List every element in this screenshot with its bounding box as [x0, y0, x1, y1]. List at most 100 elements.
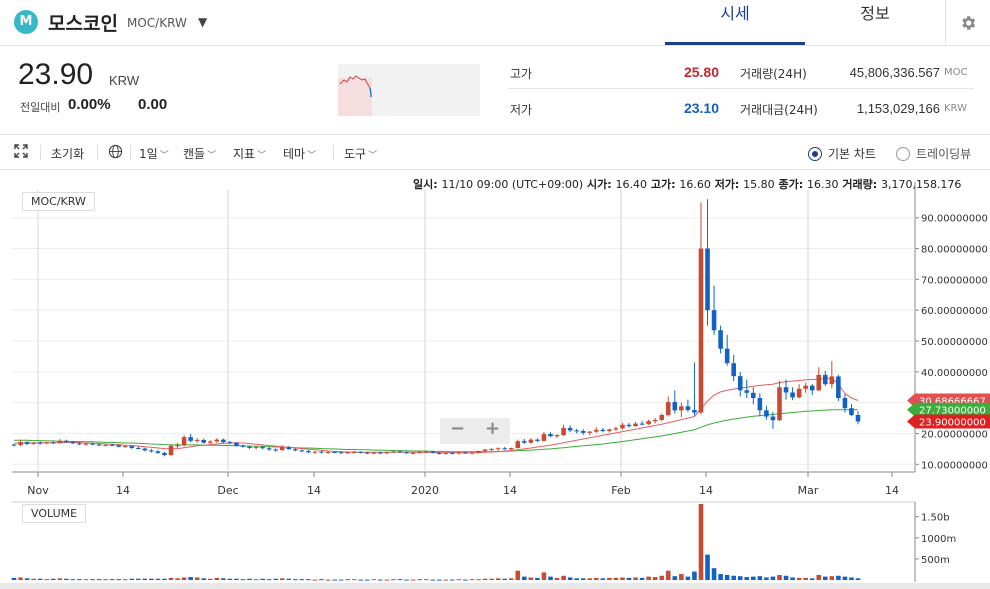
volume-bar — [816, 574, 822, 580]
volume-bar — [44, 579, 50, 581]
chevron-down-icon: ﹀ — [257, 151, 267, 161]
volume-bar — [535, 577, 540, 580]
candle-body — [404, 452, 409, 454]
interval-dropdown[interactable]: 1일 ﹀ — [139, 145, 169, 162]
tab-info[interactable]: 정보 — [805, 0, 945, 45]
volume-bar — [803, 577, 808, 580]
candle-body — [201, 439, 207, 443]
trading-view-label: 트레이딩뷰 — [916, 147, 972, 161]
candle-body — [803, 385, 808, 389]
volume-bar — [430, 579, 436, 581]
candle-body — [109, 444, 115, 446]
zoom-in-button[interactable]: + — [475, 418, 510, 444]
theme-label: 테마 — [283, 147, 306, 161]
volume-bar — [594, 577, 599, 580]
volume-bar — [724, 574, 730, 580]
candle-body — [665, 402, 671, 415]
candle-body — [692, 410, 697, 413]
volume-bar — [751, 576, 756, 580]
volume-bar — [796, 577, 802, 580]
candle-body — [652, 419, 658, 422]
candle-body — [77, 443, 82, 445]
volume-bar — [561, 575, 566, 580]
candle-body — [410, 452, 416, 454]
gear-icon[interactable] — [945, 0, 990, 45]
volume-bar — [770, 576, 776, 580]
chevron-down-icon: ﹀ — [368, 151, 378, 161]
candle-body — [764, 410, 769, 417]
trading-view-radio[interactable]: 트레이딩뷰 — [896, 145, 971, 162]
volume-bar — [659, 575, 665, 580]
candle-body — [515, 441, 521, 448]
candle-body — [129, 446, 135, 448]
candle-body — [770, 416, 776, 421]
volume-bar — [266, 579, 272, 581]
x-tick-label: 14 — [503, 484, 517, 497]
candle-body — [279, 447, 285, 451]
fullscreen-icon[interactable] — [14, 144, 28, 161]
volume-bar — [790, 577, 795, 580]
candle-body — [672, 402, 678, 411]
candle-label: 캔들 — [183, 147, 206, 161]
caret-down-icon[interactable]: ▼ — [198, 15, 207, 29]
volume-bar — [764, 577, 769, 580]
indicator-dropdown[interactable]: 지표 ﹀ — [233, 145, 266, 162]
volume-bar — [378, 579, 383, 581]
volume-bar — [567, 577, 573, 580]
candle-body — [351, 451, 357, 453]
basic-chart-radio[interactable]: 기본 차트 — [808, 145, 876, 162]
horizontal-scrollbar[interactable] — [0, 583, 990, 589]
candle-body — [554, 435, 560, 437]
candle-body — [142, 448, 148, 451]
volume-bar — [83, 579, 89, 581]
candle-body — [64, 440, 69, 443]
volume-bar — [162, 578, 167, 580]
volume-bar — [142, 578, 148, 580]
candle-body — [633, 423, 638, 427]
coin-logo: M — [14, 10, 38, 34]
candle-body — [456, 452, 462, 454]
volume-bar — [541, 572, 547, 580]
volume-bar — [299, 579, 305, 581]
volume-bar — [253, 579, 259, 581]
volume-bar — [57, 578, 63, 580]
reset-button[interactable]: 초기화 — [51, 145, 84, 162]
candle-body — [312, 451, 318, 453]
candle-body — [718, 330, 723, 349]
volume-bar — [829, 576, 835, 580]
candle-body — [476, 451, 481, 453]
volume-bar — [463, 579, 468, 581]
candle-body — [155, 451, 161, 453]
candle-body — [849, 408, 854, 415]
theme-dropdown[interactable]: 테마 ﹀ — [283, 145, 316, 162]
price-chart[interactable]: 10.0000000020.0000000030.0000000040.0000… — [0, 172, 990, 583]
volume-bar — [227, 578, 233, 580]
volume-bar — [574, 578, 579, 580]
candle-body — [594, 429, 599, 432]
volume-bar — [737, 576, 743, 580]
tools-dropdown[interactable]: 도구 ﹀ — [344, 145, 377, 162]
volume-chart-label: VOLUME — [22, 504, 87, 523]
volume-bar — [129, 578, 135, 580]
candle-body — [639, 423, 645, 425]
candle-body — [842, 398, 848, 409]
candle-body — [777, 387, 782, 421]
candle-body — [522, 441, 527, 443]
current-price: 23.90 — [18, 58, 94, 91]
candle-body — [855, 414, 861, 422]
candle-body — [580, 431, 586, 433]
candle-dropdown[interactable]: 캔들 ﹀ — [183, 145, 216, 162]
candle-body — [436, 452, 442, 454]
x-tick-label: Nov — [27, 484, 49, 497]
volume-bar — [404, 579, 409, 581]
x-tick-label: 2020 — [411, 484, 439, 497]
volume-bar — [417, 579, 422, 581]
zoom-out-button[interactable]: − — [440, 418, 475, 444]
globe-icon[interactable] — [108, 144, 123, 162]
candle-body — [423, 451, 429, 453]
volume-bar — [757, 576, 763, 580]
tab-market-price[interactable]: 시세 — [665, 0, 805, 45]
volume-bar — [50, 578, 56, 580]
candle-body — [338, 452, 344, 454]
volume-bar — [31, 578, 36, 580]
